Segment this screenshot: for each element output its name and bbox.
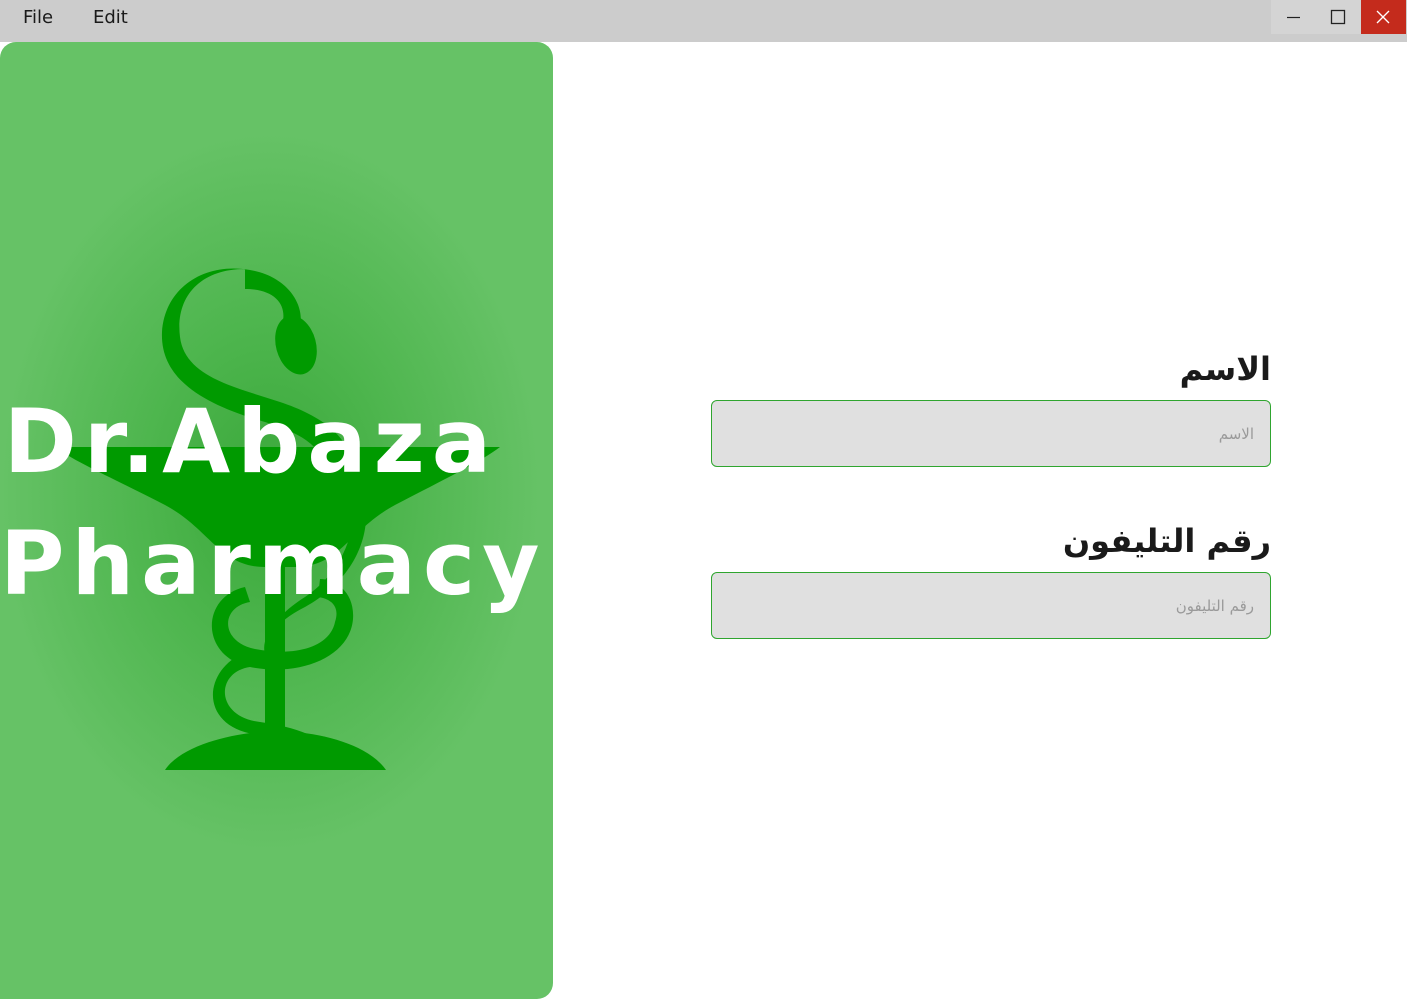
menu-edit[interactable]: Edit [93, 7, 128, 28]
maximize-button[interactable] [1316, 0, 1361, 34]
maximize-icon [1330, 9, 1346, 25]
title-bar: File Edit [0, 0, 1407, 42]
brand-panel: Dr.Abaza Pharmacy [0, 42, 553, 999]
close-icon [1376, 10, 1390, 24]
menu-file[interactable]: File [23, 7, 53, 28]
close-button[interactable] [1361, 0, 1406, 34]
brand-title-line1: Dr.Abaza [3, 390, 499, 493]
minimize-icon [1287, 16, 1300, 19]
phone-input[interactable] [711, 572, 1271, 639]
phone-label: رقم التليفون [1062, 522, 1271, 560]
name-label: الاسم [1179, 350, 1271, 388]
name-input[interactable] [711, 400, 1271, 467]
minimize-button[interactable] [1271, 0, 1316, 34]
brand-title-line2: Pharmacy [0, 512, 547, 615]
